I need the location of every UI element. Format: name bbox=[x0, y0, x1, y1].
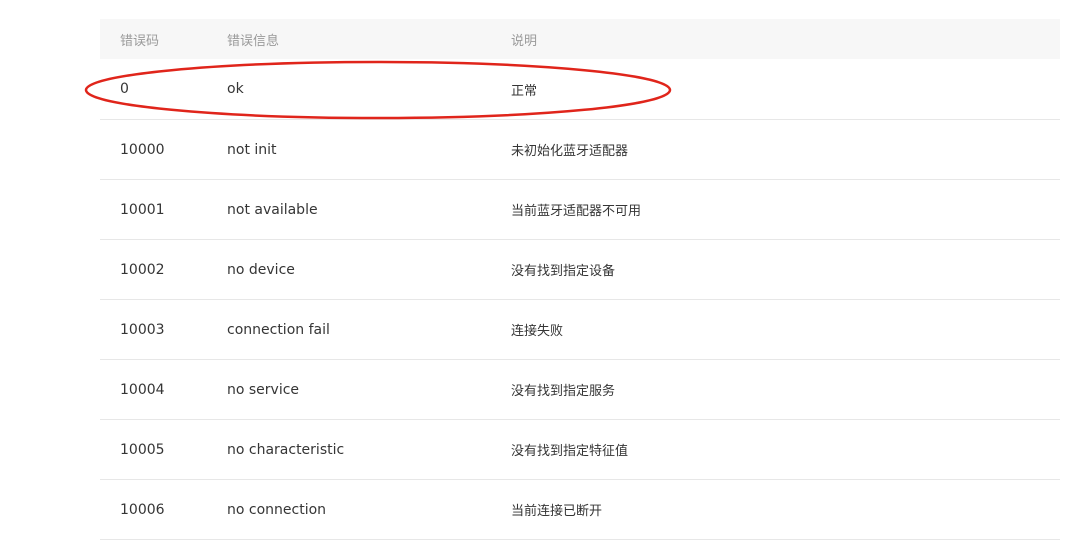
cell-error-code: 10005 bbox=[120, 441, 165, 458]
cell-error-message: connection fail bbox=[227, 321, 330, 338]
error-code-table: 错误码 错误信息 说明 0 ok 正常 10000 not init 未初始化蓝… bbox=[100, 19, 1060, 540]
cell-error-code: 10000 bbox=[120, 141, 165, 158]
table-row: 10006 no connection 当前连接已断开 bbox=[100, 480, 1060, 540]
cell-error-message: not available bbox=[227, 201, 318, 218]
cell-description: 没有找到指定设备 bbox=[511, 264, 616, 279]
cell-description: 未初始化蓝牙适配器 bbox=[511, 144, 629, 159]
table-row: 10000 not init 未初始化蓝牙适配器 bbox=[100, 120, 1060, 180]
table-row: 0 ok 正常 bbox=[100, 59, 1060, 120]
cell-description: 连接失败 bbox=[511, 324, 564, 339]
header-error-code: 错误码 bbox=[120, 33, 160, 49]
cell-error-code: 10006 bbox=[120, 501, 165, 518]
cell-error-message: ok bbox=[227, 81, 244, 97]
table-row: 10001 not available 当前蓝牙适配器不可用 bbox=[100, 180, 1060, 240]
cell-error-code: 10001 bbox=[120, 201, 165, 218]
cell-error-code: 10003 bbox=[120, 321, 165, 338]
header-description: 说明 bbox=[511, 33, 538, 49]
cell-error-code: 0 bbox=[120, 81, 129, 97]
header-error-message: 错误信息 bbox=[227, 33, 280, 49]
cell-error-message: no connection bbox=[227, 501, 327, 518]
table-row: 10005 no characteristic 没有找到指定特征值 bbox=[100, 420, 1060, 480]
cell-description: 正常 bbox=[511, 83, 538, 99]
cell-description: 当前蓝牙适配器不可用 bbox=[511, 204, 642, 219]
cell-description: 没有找到指定服务 bbox=[511, 384, 616, 399]
table-row: 10003 connection fail 连接失败 bbox=[100, 300, 1060, 360]
cell-error-message: no device bbox=[227, 261, 295, 278]
table-header: 错误码 错误信息 说明 bbox=[100, 19, 1060, 59]
table-row: 10004 no service 没有找到指定服务 bbox=[100, 360, 1060, 420]
table-row: 10002 no device 没有找到指定设备 bbox=[100, 240, 1060, 300]
cell-description: 没有找到指定特征值 bbox=[511, 444, 629, 459]
cell-error-code: 10004 bbox=[120, 381, 165, 398]
cell-error-message: no characteristic bbox=[227, 441, 345, 458]
cell-error-code: 10002 bbox=[120, 261, 165, 278]
cell-error-message: not init bbox=[227, 141, 277, 158]
cell-error-message: no service bbox=[227, 381, 300, 398]
cell-description: 当前连接已断开 bbox=[511, 504, 603, 519]
